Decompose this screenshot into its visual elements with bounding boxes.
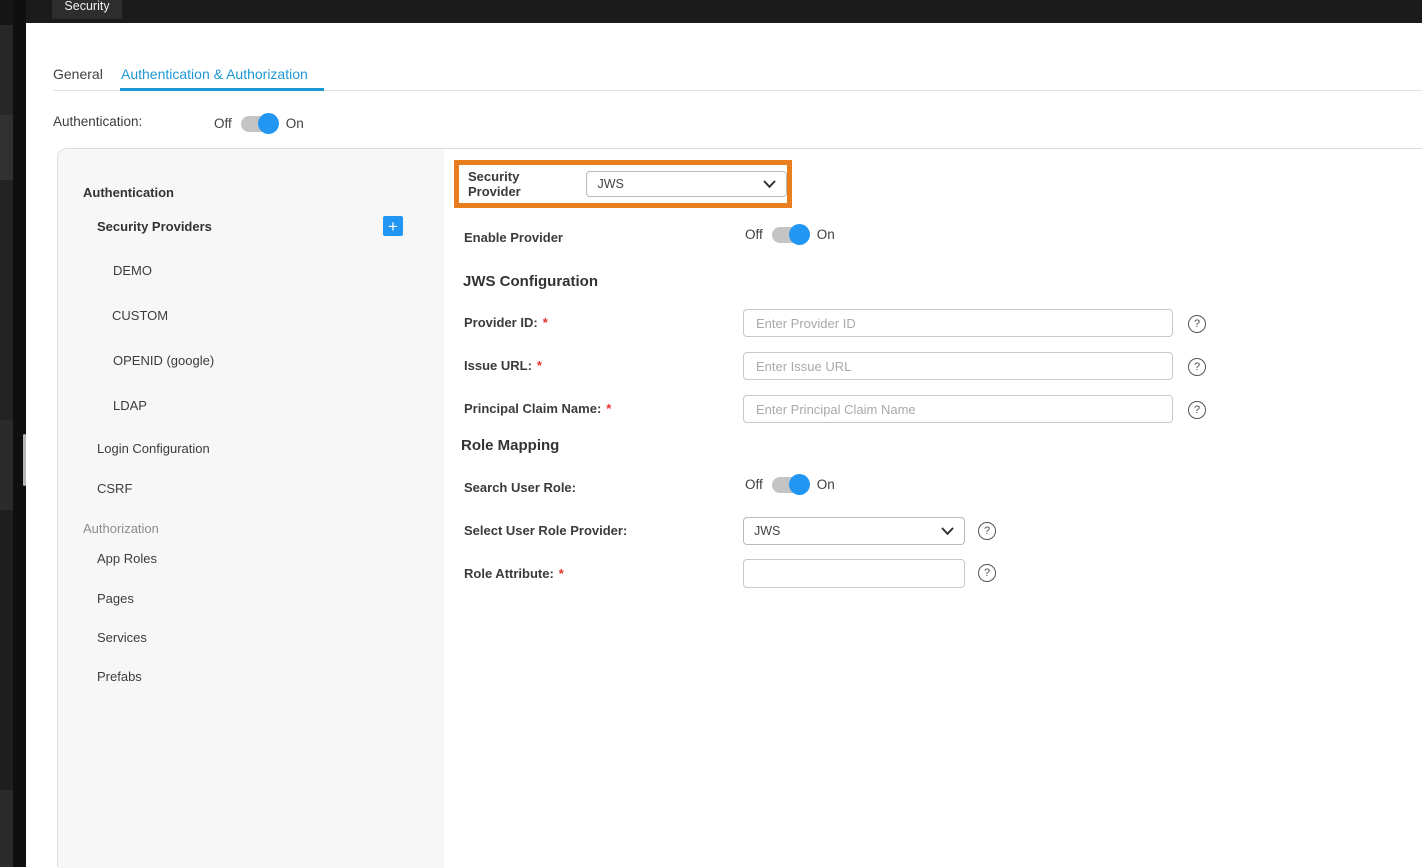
required-asterisk: * [606,401,611,416]
plus-icon: + [388,218,398,235]
sidebar-item-login-configuration[interactable]: Login Configuration [97,441,210,456]
dock-segment [0,0,13,25]
question-mark-icon: ? [1194,405,1200,416]
tab-security[interactable]: Security [52,0,122,19]
provider-id-label: Provider ID: * [464,315,548,330]
dock-segment [0,25,13,115]
sidebar-item-app-roles[interactable]: App Roles [97,551,157,566]
required-asterisk: * [559,566,564,581]
required-asterisk: * [537,358,542,373]
left-dock-rail [0,0,13,867]
user-role-provider-help-button[interactable]: ? [978,522,996,540]
search-user-role-on-label: On [817,477,835,492]
authentication-on-label: On [286,116,304,131]
security-provider-select[interactable]: JWS [586,171,787,197]
provider-id-label-text: Provider ID: [464,315,538,330]
sidebar-item-ldap[interactable]: LDAP [113,398,147,413]
authentication-toggle[interactable] [241,116,277,132]
sidebar-item-openid-google[interactable]: OPENID (google) [113,353,214,368]
enable-provider-toggle-group: Off On [745,224,835,245]
dock-segment [0,180,13,420]
role-attribute-input[interactable] [743,559,965,588]
sidebar-section-authorization: Authorization [83,521,159,536]
principal-claim-name-input[interactable] [743,395,1173,423]
issue-url-label: Issue URL: * [464,358,542,373]
tab-general[interactable]: General [53,66,103,82]
security-provider-highlight: Security Provider JWS [454,160,792,208]
search-user-role-label: Search User Role: [464,480,576,495]
issue-url-input[interactable] [743,352,1173,380]
enable-provider-off-label: Off [745,227,763,242]
window-tab-bar: Security [26,0,1422,23]
question-mark-icon: ? [1194,362,1200,373]
role-mapping-title: Role Mapping [461,437,559,454]
dock-segment [0,420,13,510]
sidebar-item-csrf[interactable]: CSRF [97,481,132,496]
security-provider-value: JWS [597,177,623,191]
authentication-toggle-group: Off On [214,113,304,134]
user-role-provider-select[interactable]: JWS [743,517,965,545]
tab-authentication-authorization[interactable]: Authentication & Authorization [121,66,308,82]
principal-claim-name-label-text: Principal Claim Name: [464,401,601,416]
toggle-knob [258,113,279,134]
dock-segment [0,510,13,790]
chevron-down-icon [941,527,954,536]
sidebar-item-services[interactable]: Services [97,630,147,645]
sidebar-item-security-providers[interactable]: Security Providers [97,219,212,234]
sidebar-item-authentication[interactable]: Authentication [83,185,174,200]
security-settings-page: Security General Authentication & Author… [0,0,1422,867]
active-tab-underline [120,88,324,91]
question-mark-icon: ? [984,568,990,579]
issue-url-label-text: Issue URL: [464,358,532,373]
role-attribute-label-text: Role Attribute: [464,566,554,581]
security-nav-sidebar [58,149,444,868]
select-user-role-provider-label: Select User Role Provider: [464,523,627,538]
provider-id-help-button[interactable]: ? [1188,315,1206,333]
security-provider-label: Security Provider [468,169,572,199]
enable-provider-on-label: On [817,227,835,242]
sidebar-item-custom[interactable]: CUSTOM [112,308,168,323]
question-mark-icon: ? [1194,319,1200,330]
principal-claim-name-help-button[interactable]: ? [1188,401,1206,419]
search-user-role-toggle-group: Off On [745,474,835,495]
dock-segment [0,790,13,867]
principal-claim-name-label: Principal Claim Name: * [464,401,611,416]
user-role-provider-value: JWS [754,524,780,538]
sidebar-item-pages[interactable]: Pages [97,591,134,606]
toggle-knob [789,474,810,495]
enable-provider-label: Enable Provider [464,230,563,245]
enable-provider-toggle[interactable] [772,227,808,243]
issue-url-help-button[interactable]: ? [1188,358,1206,376]
role-attribute-label: Role Attribute: * [464,566,564,581]
tab-security-label: Security [64,0,109,13]
role-attribute-help-button[interactable]: ? [978,564,996,582]
search-user-role-toggle[interactable] [772,477,808,493]
authentication-off-label: Off [214,116,232,131]
sidebar-item-demo[interactable]: DEMO [113,263,152,278]
chevron-down-icon [763,180,776,189]
jws-configuration-title: JWS Configuration [463,273,598,290]
add-security-provider-button[interactable]: + [383,216,403,236]
dock-segment [0,115,13,180]
required-asterisk: * [543,315,548,330]
toggle-knob [789,224,810,245]
search-user-role-off-label: Off [745,477,763,492]
settings-panel [57,148,1422,867]
provider-id-input[interactable] [743,309,1173,337]
authentication-label: Authentication: [53,114,142,129]
question-mark-icon: ? [984,526,990,537]
sidebar-item-prefabs[interactable]: Prefabs [97,669,142,684]
